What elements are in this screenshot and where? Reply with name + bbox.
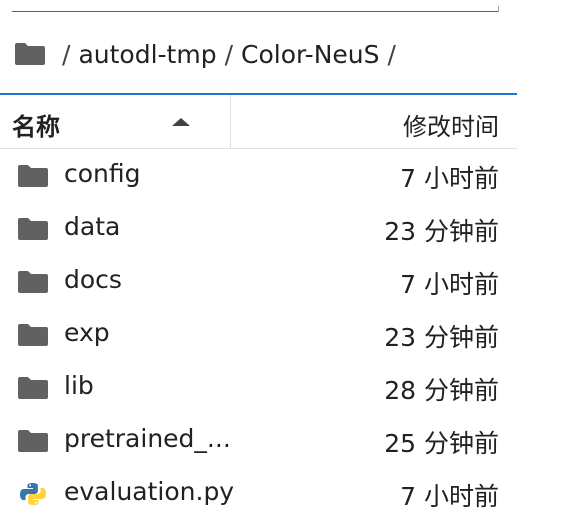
- breadcrumb-item-color-neus[interactable]: Color-NeuS: [241, 40, 380, 69]
- file-browser: / autodl-tmp / Color-NeuS / 名称 修改时间 conf…: [0, 0, 561, 520]
- file-list: config 7 小时前 data 23 分钟前 docs 7 小时前 exp …: [0, 149, 517, 520]
- list-item-exp[interactable]: exp 23 分钟前: [0, 308, 517, 361]
- file-name[interactable]: config: [64, 159, 141, 188]
- file-name[interactable]: pretrained_...: [64, 424, 231, 453]
- filter-input-cap: [498, 6, 499, 12]
- file-name[interactable]: data: [64, 212, 120, 241]
- file-name[interactable]: docs: [64, 265, 122, 294]
- breadcrumb: / autodl-tmp / Color-NeuS /: [14, 34, 404, 74]
- column-header-modified[interactable]: 修改时间: [403, 107, 499, 142]
- folder-icon[interactable]: [14, 42, 46, 66]
- list-item-docs[interactable]: docs 7 小时前: [0, 255, 517, 308]
- folder-icon: [18, 377, 48, 399]
- list-item-data[interactable]: data 23 分钟前: [0, 202, 517, 255]
- python-icon: [20, 483, 46, 505]
- column-header-name[interactable]: 名称: [0, 95, 231, 149]
- file-name[interactable]: evaluation.py: [64, 477, 234, 506]
- list-item-evaluation-py[interactable]: evaluation.py 7 小时前: [0, 467, 517, 520]
- list-item-pretrained[interactable]: pretrained_... 25 分钟前: [0, 414, 517, 467]
- folder-icon: [18, 324, 48, 346]
- list-item-config[interactable]: config 7 小时前: [0, 149, 517, 202]
- file-modified: 25 分钟前: [384, 429, 499, 458]
- breadcrumb-trailing-separator: /: [387, 39, 396, 69]
- file-name[interactable]: exp: [64, 318, 110, 347]
- file-modified: 7 小时前: [400, 270, 499, 299]
- filter-input-underline[interactable]: [12, 11, 499, 12]
- folder-icon: [18, 218, 48, 240]
- folder-icon: [18, 165, 48, 187]
- breadcrumb-separator: /: [224, 39, 233, 69]
- folder-icon: [18, 271, 48, 293]
- list-item-lib[interactable]: lib 28 分钟前: [0, 361, 517, 414]
- folder-icon: [18, 430, 48, 452]
- sort-ascending-icon[interactable]: [172, 118, 190, 126]
- file-modified: 23 分钟前: [384, 217, 499, 246]
- breadcrumb-root-separator[interactable]: /: [62, 40, 70, 69]
- file-name[interactable]: lib: [64, 371, 94, 400]
- column-header-name-label: 名称: [12, 113, 60, 141]
- file-modified: 7 小时前: [400, 164, 499, 193]
- breadcrumb-item-autodl-tmp[interactable]: autodl-tmp: [78, 40, 216, 69]
- file-modified: 7 小时前: [400, 482, 499, 511]
- file-modified: 23 分钟前: [384, 323, 499, 352]
- file-modified: 28 分钟前: [384, 376, 499, 405]
- file-list-header: 名称 修改时间: [0, 93, 517, 149]
